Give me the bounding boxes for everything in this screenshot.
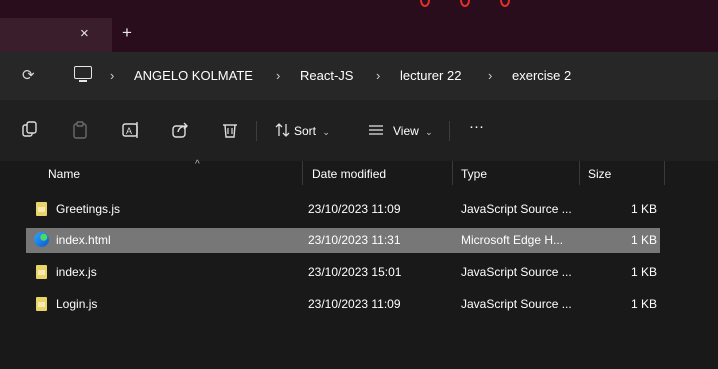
column-separator[interactable] — [302, 161, 303, 185]
address-bar[interactable]: ⟳ › ANGELO KOLMATE › React-JS › lecturer… — [0, 52, 718, 101]
share-icon[interactable] — [172, 121, 190, 139]
file-row-index-js[interactable]: index.js 23/10/2023 15:01 JavaScript Sou… — [26, 260, 660, 285]
file-row-greetings-js[interactable]: Greetings.js 23/10/2023 11:09 JavaScript… — [26, 197, 660, 222]
column-header-row: ^ Name Date modified Type Size — [0, 159, 718, 187]
file-date: 23/10/2023 11:31 — [308, 233, 401, 247]
chevron-down-icon: ⌄ — [322, 127, 330, 137]
file-name: Greetings.js — [56, 202, 121, 216]
breadcrumb-separator: › — [110, 68, 115, 83]
annotation-mark — [400, 0, 520, 7]
file-type: JavaScript Source ... — [461, 202, 572, 216]
computer-icon[interactable] — [74, 66, 92, 82]
column-separator[interactable] — [664, 161, 665, 185]
file-list: ^ Name Date modified Type Size Greetings… — [0, 159, 718, 369]
new-tab-icon[interactable]: + — [122, 24, 132, 41]
column-separator[interactable] — [452, 161, 453, 185]
sort-label: Sort — [294, 124, 317, 138]
paste-icon[interactable] — [72, 121, 88, 139]
file-size: 1 KB — [631, 297, 658, 311]
breadcrumb-item-lecturer-22[interactable]: lecturer 22 — [400, 66, 461, 86]
breadcrumb-item-angelo-kolmate[interactable]: ANGELO KOLMATE — [134, 66, 253, 86]
breadcrumb-item-exercise-2[interactable]: exercise 2 — [512, 66, 571, 86]
file-date: 23/10/2023 11:09 — [308, 297, 401, 311]
breadcrumb-separator: › — [488, 68, 493, 83]
refresh-icon[interactable]: ⟳ — [22, 68, 35, 84]
js-file-icon — [36, 202, 47, 216]
file-type: Microsoft Edge H... — [461, 233, 564, 247]
file-date: 23/10/2023 15:01 — [308, 265, 402, 279]
sort-ascending-icon: ^ — [195, 159, 200, 170]
file-type: JavaScript Source ... — [461, 265, 572, 279]
file-size: 1 KB — [631, 202, 658, 216]
js-file-icon — [36, 297, 47, 311]
copy-icon[interactable] — [22, 121, 38, 139]
toolbar-divider — [449, 121, 450, 141]
file-name: index.html — [56, 233, 111, 247]
chevron-down-icon: ⌄ — [425, 127, 433, 137]
column-separator[interactable] — [579, 161, 580, 185]
column-header-type[interactable]: Type — [461, 166, 487, 182]
view-icon[interactable] — [367, 121, 385, 139]
browser-tab[interactable] — [0, 18, 112, 52]
breadcrumb-item-react-js[interactable]: React-JS — [300, 66, 353, 86]
file-size: 1 KB — [631, 265, 658, 279]
file-size: 1 KB — [631, 233, 658, 247]
file-name: Login.js — [56, 297, 98, 311]
file-row-index-html[interactable]: index.html 23/10/2023 11:31 Microsoft Ed… — [26, 228, 660, 253]
file-date: 23/10/2023 11:09 — [308, 202, 401, 216]
sort-icon[interactable] — [275, 121, 291, 139]
edge-html-icon — [34, 232, 49, 247]
breadcrumb-separator: › — [276, 68, 281, 83]
rename-icon[interactable]: A — [122, 121, 140, 139]
column-header-date-modified[interactable]: Date modified — [312, 166, 386, 182]
title-bar: × + — [0, 0, 718, 52]
more-options-button[interactable]: ··· — [469, 119, 484, 135]
svg-text:A: A — [126, 126, 132, 136]
js-file-icon — [36, 265, 47, 279]
view-button[interactable]: View ⌄ — [393, 123, 433, 140]
sort-button[interactable]: Sort ⌄ — [294, 123, 330, 140]
close-tab-icon[interactable]: × — [80, 26, 89, 42]
delete-icon[interactable] — [222, 121, 238, 139]
command-bar: A Sort ⌄ View ⌄ ··· — [0, 101, 718, 161]
column-header-size[interactable]: Size — [588, 166, 611, 182]
file-type: JavaScript Source ... — [461, 297, 572, 311]
toolbar-divider — [256, 121, 257, 141]
file-row-login-js[interactable]: Login.js 23/10/2023 11:09 JavaScript Sou… — [26, 292, 660, 317]
column-header-name[interactable]: Name — [48, 166, 80, 182]
file-name: index.js — [56, 265, 97, 279]
breadcrumb-separator: › — [376, 68, 381, 83]
view-label: View — [393, 124, 419, 138]
